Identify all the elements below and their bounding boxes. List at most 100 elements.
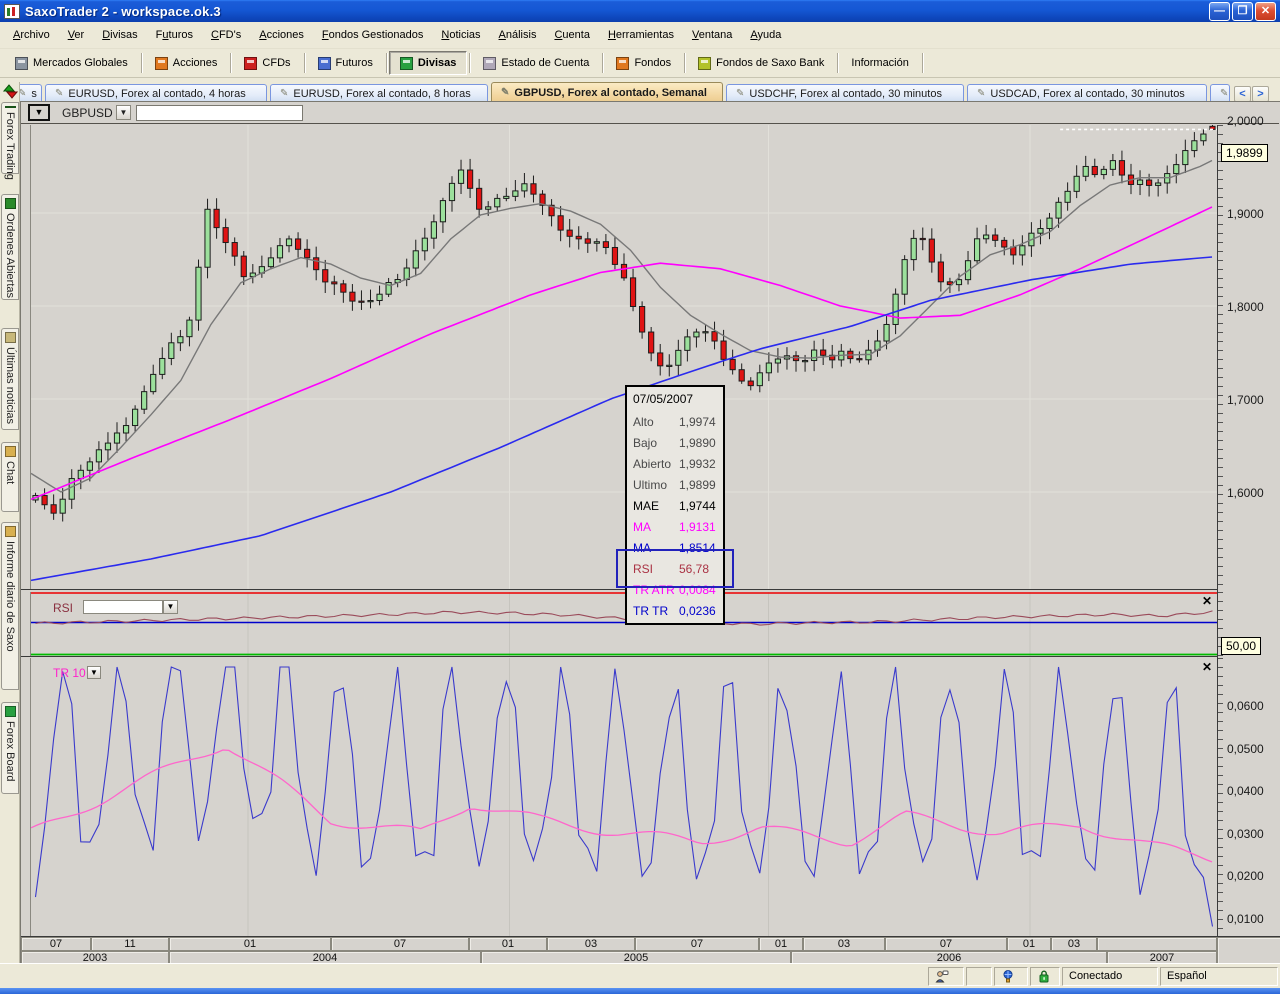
time-axis-month-cell: 01 xyxy=(469,937,547,951)
menu-cuenta[interactable]: Cuenta xyxy=(545,26,598,44)
price-chart-canvas[interactable] xyxy=(30,125,1217,589)
symbol-search-input[interactable] xyxy=(136,105,303,121)
toolbar-separator xyxy=(922,53,923,73)
menu-futuros[interactable]: Futuros xyxy=(147,26,202,44)
chart-pen-icon: ✎ xyxy=(1220,88,1228,99)
price-axis-ticks xyxy=(1218,125,1223,589)
tab-label: USDCHF, Forex al contado, 30 minutos xyxy=(749,88,942,100)
language-selector[interactable]: Español xyxy=(1160,967,1278,986)
rsi-combo-input[interactable] xyxy=(83,600,163,614)
candle-up xyxy=(368,301,373,302)
connection-status-text: Conectado xyxy=(1069,970,1122,982)
rsi-close-button[interactable]: ✕ xyxy=(1201,595,1213,607)
rsi-chart-canvas[interactable] xyxy=(30,592,1217,656)
time-axis[interactable]: 0711010701030701030701032003200420052006… xyxy=(21,936,1280,964)
toolbar-fondos[interactable]: Fondos xyxy=(605,51,682,75)
time-axis-month-cell: 01 xyxy=(759,937,803,951)
candle-up xyxy=(694,332,699,337)
toolbar-fondos-de-saxo-bank[interactable]: Fondos de Saxo Bank xyxy=(687,51,835,75)
sidebar-item-ordenes-abiertas[interactable]: Ordenes Abiertas xyxy=(1,194,19,300)
tr-close-button[interactable]: ✕ xyxy=(1201,661,1213,673)
toolbar-acciones[interactable]: Acciones xyxy=(144,51,229,75)
toolbar-futuros[interactable]: Futuros xyxy=(307,51,384,75)
tab-s[interactable]: ✎s xyxy=(20,84,42,102)
toolbar-informaci-n[interactable]: Información xyxy=(840,51,919,75)
tr-chart-canvas[interactable] xyxy=(30,658,1217,936)
price-axis[interactable]: 2,00001,90001,80001,70001,6000 0,06000,0… xyxy=(1217,125,1280,936)
menu-acciones[interactable]: Acciones xyxy=(250,26,313,44)
title-bar[interactable]: SaxoTrader 2 - workspace.ok.3 — ❐ ✕ xyxy=(0,0,1280,22)
candle-up xyxy=(458,170,463,183)
tab-usdchf-forex-al-contado-30-minutos[interactable]: ✎USDCHF, Forex al contado, 30 minutos xyxy=(726,84,964,102)
menu-an-lisis[interactable]: Análisis xyxy=(490,26,546,44)
restore-button[interactable]: ❐ xyxy=(1232,2,1253,21)
candle-down xyxy=(531,184,536,194)
candle-down xyxy=(649,332,654,353)
symbol-dropdown-button[interactable]: ▼ xyxy=(116,105,131,120)
candle-up xyxy=(151,374,156,391)
tr-axis-ticks xyxy=(1218,658,1223,936)
status-network-cell[interactable] xyxy=(994,967,1028,986)
menu-noticias[interactable]: Noticias xyxy=(432,26,489,44)
menu-herramientas[interactable]: Herramientas xyxy=(599,26,683,44)
candle-up xyxy=(87,462,92,470)
price-axis-label: 1,9000 xyxy=(1227,207,1264,221)
price-axis-label: 1,7000 xyxy=(1227,393,1264,407)
tab-usdcad-forex-al-contado-30-minutos[interactable]: ✎USDCAD, Forex al contado, 30 minutos xyxy=(967,84,1207,102)
tab-scroll-right-button[interactable]: > xyxy=(1252,86,1269,102)
document-tab-strip: ✎s✎EURUSD, Forex al contado, 4 horas✎EUR… xyxy=(20,82,1280,102)
toolbar-divisas[interactable]: Divisas xyxy=(389,51,468,75)
sidebar-item-informe-diario-de-saxo[interactable]: Informe diario de Saxo xyxy=(1,522,19,690)
minimize-button[interactable]: — xyxy=(1209,2,1230,21)
menu-ayuda[interactable]: Ayuda xyxy=(741,26,790,44)
rsi-combo-dropdown-button[interactable]: ▼ xyxy=(163,600,178,614)
chart-pen-icon: ✎ xyxy=(55,88,63,99)
close-button[interactable]: ✕ xyxy=(1255,2,1276,21)
panel-separator[interactable] xyxy=(21,656,1280,657)
candle-up xyxy=(766,363,771,373)
tooltip-row-abierto: Abierto1,9932 xyxy=(627,453,723,474)
futures-icon xyxy=(318,57,331,70)
time-axis-month-cell: 03 xyxy=(1051,937,1097,951)
tab-overflow-stub[interactable]: ✎ xyxy=(1210,84,1230,102)
candle-up xyxy=(984,235,989,239)
tr-axis-label: 0,0500 xyxy=(1227,742,1264,756)
candle-up xyxy=(1101,169,1106,174)
status-user-cell[interactable] xyxy=(928,967,964,986)
status-lock-cell[interactable] xyxy=(1030,967,1060,986)
menu-archivo[interactable]: Archivo xyxy=(4,26,59,44)
menu-fondos-gestionados[interactable]: Fondos Gestionados xyxy=(313,26,433,44)
menu-ventana[interactable]: Ventana xyxy=(683,26,741,44)
chart-menu-button[interactable]: ▼ xyxy=(28,104,50,121)
menu-divisas[interactable]: Divisas xyxy=(93,26,146,44)
sidebar-item-forex-board[interactable]: Forex Board xyxy=(1,702,19,794)
sidebar-item-chat[interactable]: Chat xyxy=(1,442,19,512)
tooltip-row-value: 1,9932 xyxy=(679,457,716,471)
tr-dropdown-button[interactable]: ▼ xyxy=(87,666,101,679)
toolbar-separator xyxy=(386,53,387,73)
tab-label: USDCAD, Forex al contado, 30 minutos xyxy=(990,88,1184,100)
tab-gbpusd-forex-al-contado-semanal[interactable]: ✎GBPUSD, Forex al contado, Semanal xyxy=(491,82,723,102)
sidebar-item--ltimas-noticias[interactable]: Últimas noticias xyxy=(1,328,19,430)
tab-scroll-left-button[interactable]: < xyxy=(1234,86,1251,102)
candle-up xyxy=(277,246,282,258)
tab-eurusd-forex-al-contado-8-horas[interactable]: ✎EURUSD, Forex al contado, 8 horas xyxy=(270,84,488,102)
sidebar-item-forex-trading[interactable]: Forex Trading xyxy=(1,102,19,174)
candle-down xyxy=(477,188,482,209)
candle-up xyxy=(902,260,907,295)
candle-up xyxy=(78,470,83,478)
time-axis-month-cell xyxy=(1097,937,1217,951)
candle-up xyxy=(812,350,817,360)
toolbar-cfds[interactable]: CFDs xyxy=(233,51,301,75)
menu-cfd-s[interactable]: CFD's xyxy=(202,26,250,44)
app-icon xyxy=(4,4,20,19)
menu-ver[interactable]: Ver xyxy=(59,26,94,44)
time-axis-month-cell: 07 xyxy=(885,937,1007,951)
tab-eurusd-forex-al-contado-4-horas[interactable]: ✎EURUSD, Forex al contado, 4 horas xyxy=(45,84,267,102)
toolbar-mercados-globales[interactable]: Mercados Globales xyxy=(4,51,139,75)
time-axis-month-cell: 01 xyxy=(169,937,331,951)
chart-pen-icon: ✎ xyxy=(280,88,288,99)
price-axis-label: 2,0000 xyxy=(1227,114,1264,128)
toolbar-estado-de-cuenta[interactable]: Estado de Cuenta xyxy=(472,51,600,75)
tooltip-row-ma: MA1,9131 xyxy=(627,516,723,537)
